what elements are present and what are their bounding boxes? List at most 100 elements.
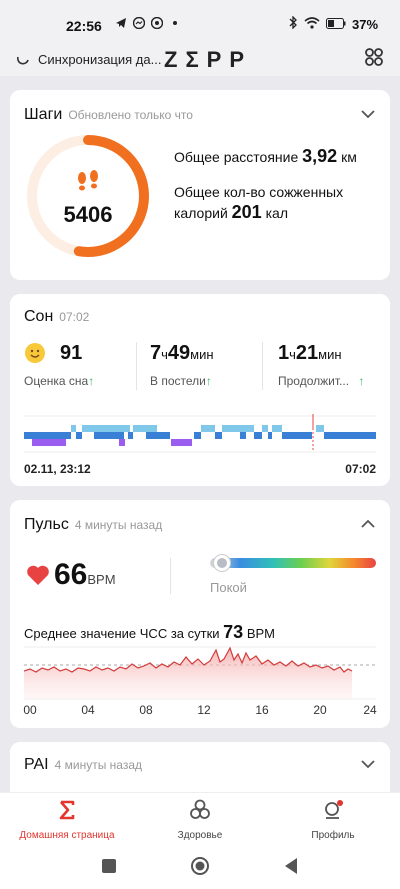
duration-label-text: Продолжит...	[278, 374, 350, 388]
nav-health[interactable]: Здоровье	[135, 799, 265, 841]
steps-progress-ring	[27, 135, 149, 257]
pai-card[interactable]: PAI 4 минуты назад	[10, 742, 390, 792]
pai-title: PAI 4 минуты назад	[24, 756, 142, 774]
hr-tick: 24	[363, 703, 377, 717]
status-time: 22:56	[66, 18, 102, 34]
nav-home-label: Домашняя страница	[19, 830, 115, 841]
hr-zone-indicator	[214, 555, 230, 571]
battery-percent: 37%	[351, 16, 378, 32]
sleep-card[interactable]: Сон 07:02 91 Оценка сна↑ 7ч49мин В постел…	[10, 294, 390, 486]
nav-profile-label: Профиль	[311, 830, 355, 841]
deep-sleep-block	[128, 432, 133, 439]
calories-label-line1: Общее кол-во сожженных	[174, 184, 344, 200]
distance-unit: км	[341, 149, 357, 165]
status-right: 37%	[288, 15, 378, 32]
back-button-icon[interactable]	[283, 857, 299, 875]
telegram-icon	[114, 16, 128, 30]
chevron-down-icon[interactable]	[360, 756, 376, 772]
sleep-title: Сон 07:02	[24, 308, 89, 326]
duration-label: Продолжит... ↑	[278, 374, 364, 388]
minutes-unit: мин	[318, 347, 342, 362]
hr-tick: 00	[23, 703, 37, 717]
grid-menu-icon[interactable]	[364, 47, 384, 67]
duration-hours: 1	[278, 342, 290, 364]
pai-title-text: PAI	[24, 756, 49, 773]
calories-unit: кал	[265, 205, 288, 221]
rem-sleep-block	[171, 439, 192, 446]
sleep-title-text: Сон	[24, 308, 54, 325]
light-sleep-block	[82, 425, 130, 432]
chevron-down-icon[interactable]	[360, 106, 376, 122]
deep-sleep-block	[254, 432, 262, 439]
hr-tick: 08	[139, 703, 153, 717]
duration-value: 1ч21мин	[278, 342, 342, 365]
light-sleep-block	[316, 425, 324, 432]
pulse-value: 66BPM	[54, 558, 116, 592]
profile-icon	[325, 800, 343, 819]
nav-health-label: Здоровье	[177, 830, 223, 841]
sleep-time: 07:02	[59, 310, 90, 324]
pulse-title: Пульс 4 минуты назад	[24, 516, 162, 534]
pulse-title-text: Пульс	[24, 516, 69, 533]
nav-profile[interactable]: Профиль	[268, 799, 398, 841]
notification-icons	[114, 16, 182, 30]
hr-daily-chart[interactable]	[24, 645, 376, 701]
sleep-end: 07:02	[345, 462, 376, 476]
deep-sleep-block	[324, 432, 376, 439]
avg-hr-unit: BPM	[246, 626, 275, 641]
deep-sleep-block	[240, 432, 246, 439]
calories-label: калорий	[174, 205, 228, 221]
hr-zone-label: Покой	[210, 580, 247, 595]
in-bed-value: 7ч49мин	[150, 342, 214, 365]
hr-zone-bar	[210, 558, 376, 568]
status-bar: 22:56 37%	[0, 0, 400, 46]
hours-unit: ч	[289, 347, 296, 362]
hr-tick: 04	[81, 703, 95, 717]
sync-status: Синхронизация да...	[38, 52, 162, 67]
system-navigation	[0, 848, 400, 889]
steps-title: Шаги Обновлено только что	[24, 106, 193, 124]
in-bed-hours: 7	[150, 342, 162, 364]
sleep-in-bed: 7ч49мин В постели↑	[150, 342, 214, 388]
avg-hr-line: Среднее значение ЧСС за сутки 73 BPM	[24, 622, 275, 643]
distance-value: 3,92	[302, 146, 338, 166]
rem-sleep-block	[119, 439, 125, 446]
sleep-duration: 1ч21мин Продолжит... ↑	[278, 342, 364, 388]
steps-updated: Обновлено только что	[68, 108, 193, 122]
deep-sleep-block	[146, 432, 170, 439]
footprints-icon	[78, 170, 98, 191]
messenger-icon	[132, 16, 146, 30]
light-sleep-block	[71, 425, 76, 432]
battery-value: 37	[351, 16, 367, 32]
in-bed-label-text: В постели	[150, 374, 206, 388]
light-sleep-block	[133, 425, 157, 432]
zepp-logo: ΖΣΡΡ	[164, 47, 252, 72]
light-sleep-block	[272, 425, 282, 432]
steps-title-text: Шаги	[24, 106, 63, 123]
light-sleep-block	[262, 425, 268, 432]
chevron-up-icon[interactable]	[360, 516, 376, 532]
steps-card[interactable]: Шаги Обновлено только что 5406 Общее расс…	[10, 90, 390, 280]
pulse-updated: 4 минуты назад	[74, 518, 163, 532]
sleep-score-label: Оценка сна↑	[24, 374, 94, 388]
deep-sleep-block	[268, 432, 272, 439]
sleep-score-value: 91	[60, 342, 83, 364]
calories-value: 201	[231, 202, 262, 222]
app-icon	[150, 16, 164, 30]
in-bed-label: В постели↑	[150, 374, 212, 388]
sleep-stages-chart[interactable]	[24, 414, 376, 458]
pulse-card[interactable]: Пульс 4 минуты назад 66BPM Покой Среднее …	[10, 500, 390, 728]
hr-area	[24, 648, 352, 699]
deep-sleep-block	[282, 432, 312, 439]
hr-axis: 00 04 08 12 16 20 24	[22, 703, 382, 719]
smiley-icon	[25, 343, 45, 363]
wifi-icon	[304, 16, 320, 32]
home-button-icon[interactable]	[190, 856, 210, 876]
recents-button-icon[interactable]	[101, 858, 117, 874]
nav-home[interactable]: Домашняя страница	[2, 799, 132, 841]
avg-hr-label: Среднее значение ЧСС за сутки	[24, 626, 220, 641]
hr-tick: 12	[197, 703, 211, 717]
deep-sleep-block	[76, 432, 82, 439]
app-bar: Синхронизация да... ΖΣΡΡ	[0, 46, 400, 76]
minutes-unit: мин	[190, 347, 214, 362]
